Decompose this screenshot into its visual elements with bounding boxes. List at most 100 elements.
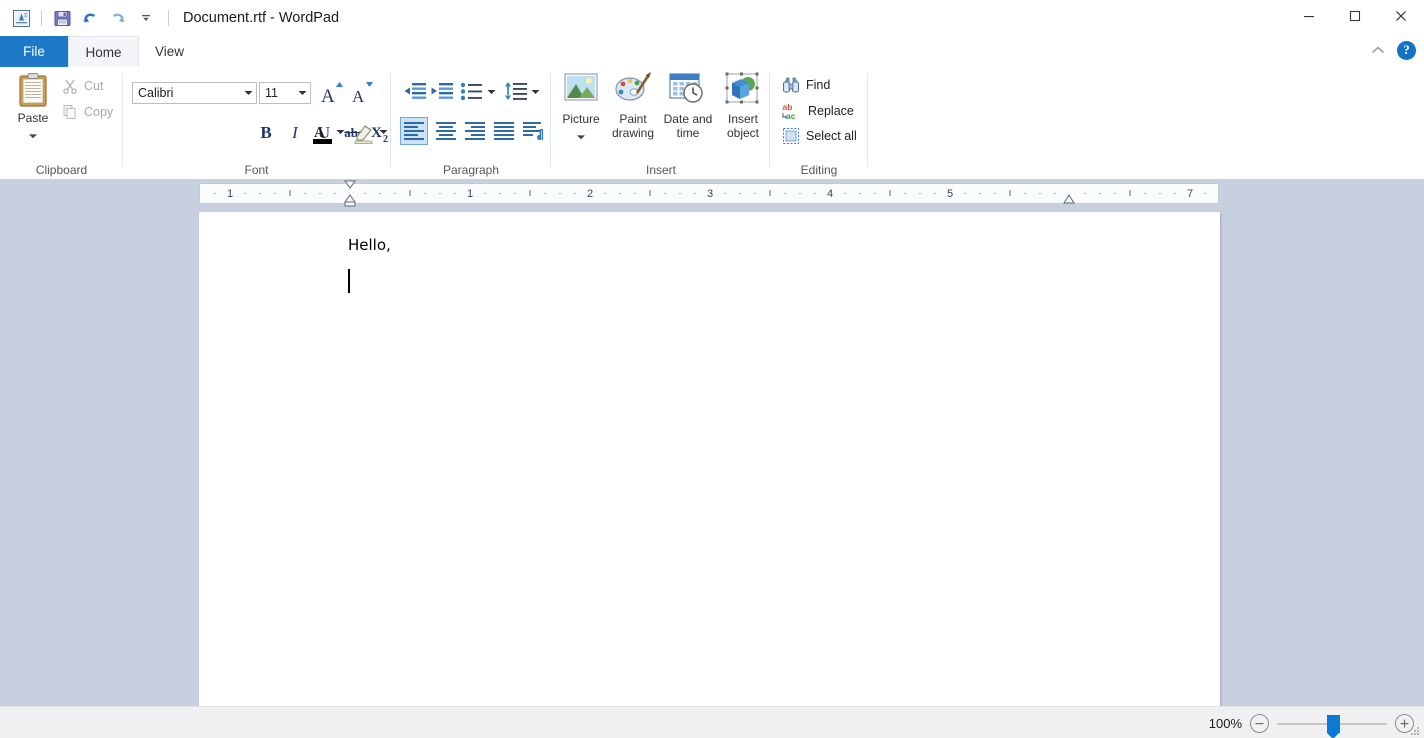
- shrink-font-button[interactable]: A: [349, 79, 375, 107]
- italic-button[interactable]: I: [283, 121, 307, 145]
- date-and-time-line1: Date and: [664, 112, 713, 126]
- zoom-slider[interactable]: [1277, 715, 1387, 732]
- zoom-out-button[interactable]: [1250, 714, 1269, 733]
- chevron-down-icon[interactable]: [28, 126, 38, 144]
- tab-home[interactable]: Home: [68, 36, 139, 67]
- left-indent-marker[interactable]: [343, 179, 357, 211]
- bold-button[interactable]: B: [254, 121, 278, 145]
- right-indent-marker[interactable]: [1062, 189, 1076, 211]
- window-controls: [1286, 0, 1424, 32]
- font-size-combo[interactable]: 11: [259, 82, 311, 104]
- find-button[interactable]: Find: [782, 76, 830, 94]
- svg-text:A: A: [314, 125, 325, 141]
- group-label-insert: Insert: [552, 163, 770, 177]
- bold-label: B: [260, 123, 271, 143]
- chevron-down-icon[interactable]: [576, 127, 586, 145]
- justify-button[interactable]: [490, 117, 518, 145]
- binoculars-icon: [782, 76, 800, 94]
- align-right-button[interactable]: [461, 117, 489, 145]
- replace-button[interactable]: ab ac Replace: [782, 101, 854, 121]
- text-highlight-dropdown[interactable]: [376, 125, 390, 139]
- insert-object-button[interactable]: Insert object: [717, 71, 769, 140]
- italic-label: I: [292, 123, 298, 143]
- close-button[interactable]: [1378, 0, 1424, 32]
- undo-icon[interactable]: [77, 5, 103, 31]
- paste-label: Paste: [18, 111, 49, 125]
- chevron-down-icon[interactable]: [294, 90, 310, 96]
- tab-view-label: View: [155, 44, 184, 59]
- group-separator-5: [867, 73, 868, 167]
- find-label: Find: [806, 78, 830, 92]
- zoom-slider-thumb[interactable]: [1327, 715, 1340, 733]
- font-family-value: Calibri: [133, 86, 240, 100]
- paint-drawing-button[interactable]: Paint drawing: [607, 71, 659, 140]
- minimize-button[interactable]: [1286, 0, 1332, 32]
- status-bar: 100%: [0, 706, 1424, 738]
- tab-file[interactable]: File: [0, 36, 68, 67]
- text-color-dropdown[interactable]: [333, 125, 347, 139]
- insert-picture-label: Picture: [562, 112, 599, 126]
- group-label-paragraph: Paragraph: [391, 163, 551, 177]
- bullets-dropdown[interactable]: [484, 85, 498, 99]
- grow-font-button[interactable]: A: [319, 79, 345, 107]
- paste-button[interactable]: Paste: [10, 71, 56, 144]
- paint-drawing-line1: Paint: [619, 112, 646, 126]
- tab-view[interactable]: View: [139, 36, 200, 67]
- ribbon-group-clipboard: Paste Cut Copy Clipb: [0, 67, 123, 179]
- help-label: ?: [1403, 42, 1410, 58]
- svg-text:A: A: [352, 87, 365, 106]
- date-and-time-button[interactable]: Date and time: [662, 71, 714, 140]
- document-work-area: 1 1 2 3 4 5 7: [0, 179, 1424, 706]
- ribbon: Paste Cut Copy Clipb: [0, 67, 1424, 180]
- text-cursor: [348, 269, 350, 293]
- insert-picture-button[interactable]: Picture: [555, 71, 607, 145]
- title-bar: Document.rtf - WordPad: [0, 0, 1424, 36]
- quick-access-toolbar: [0, 5, 174, 31]
- svg-text:5: 5: [947, 188, 953, 200]
- text-highlight-button[interactable]: [351, 119, 377, 147]
- shrink-font-icon: A: [349, 80, 375, 106]
- line-spacing-button[interactable]: [503, 79, 529, 105]
- save-icon[interactable]: [49, 5, 75, 31]
- select-all-button[interactable]: Select all: [782, 127, 857, 145]
- wordpad-window: Document.rtf - WordPad File Home View: [0, 0, 1424, 738]
- resize-grip[interactable]: [1409, 724, 1421, 736]
- align-center-button[interactable]: [432, 117, 460, 145]
- svg-text:1: 1: [227, 188, 233, 200]
- replace-icon: ab ac: [782, 101, 802, 121]
- help-icon[interactable]: ?: [1397, 41, 1416, 60]
- ribbon-right-controls: ?: [1367, 38, 1416, 62]
- chevron-down-icon[interactable]: [240, 90, 256, 96]
- replace-label: Replace: [808, 104, 854, 118]
- ribbon-group-editing: Find ab ac Replace Select all Editing: [770, 67, 868, 179]
- copy-button[interactable]: Copy: [62, 104, 113, 120]
- select-all-label: Select all: [806, 129, 857, 143]
- paint-drawing-line2: drawing: [612, 126, 654, 140]
- chevron-up-icon[interactable]: [1367, 38, 1389, 62]
- date-and-time-label: Date and time: [664, 112, 713, 140]
- wordpad-icon[interactable]: [8, 5, 34, 31]
- copy-label: Copy: [84, 105, 113, 119]
- paint-palette-icon: [613, 71, 653, 109]
- tab-home-label: Home: [85, 45, 121, 60]
- bullets-button[interactable]: [459, 79, 485, 105]
- line-spacing-icon: [504, 81, 528, 103]
- zoom-controls: 100%: [1206, 707, 1414, 738]
- paragraph-settings-button[interactable]: [519, 117, 547, 145]
- svg-text:2: 2: [587, 188, 593, 200]
- maximize-button[interactable]: [1332, 0, 1378, 32]
- line-spacing-dropdown[interactable]: [528, 85, 542, 99]
- document-page[interactable]: Hello,: [199, 212, 1220, 706]
- decrease-indent-button[interactable]: [402, 79, 428, 105]
- font-family-combo[interactable]: Calibri: [132, 82, 257, 104]
- svg-text:A: A: [321, 86, 335, 106]
- customize-qat-icon[interactable]: [133, 5, 159, 31]
- align-left-button[interactable]: [400, 117, 428, 145]
- align-center-icon: [435, 121, 457, 141]
- insert-object-label: Insert object: [727, 112, 759, 140]
- cut-button[interactable]: Cut: [62, 78, 103, 94]
- svg-text:1: 1: [467, 188, 473, 200]
- increase-indent-button[interactable]: [429, 79, 455, 105]
- redo-icon[interactable]: [105, 5, 131, 31]
- text-color-icon: A: [311, 120, 335, 146]
